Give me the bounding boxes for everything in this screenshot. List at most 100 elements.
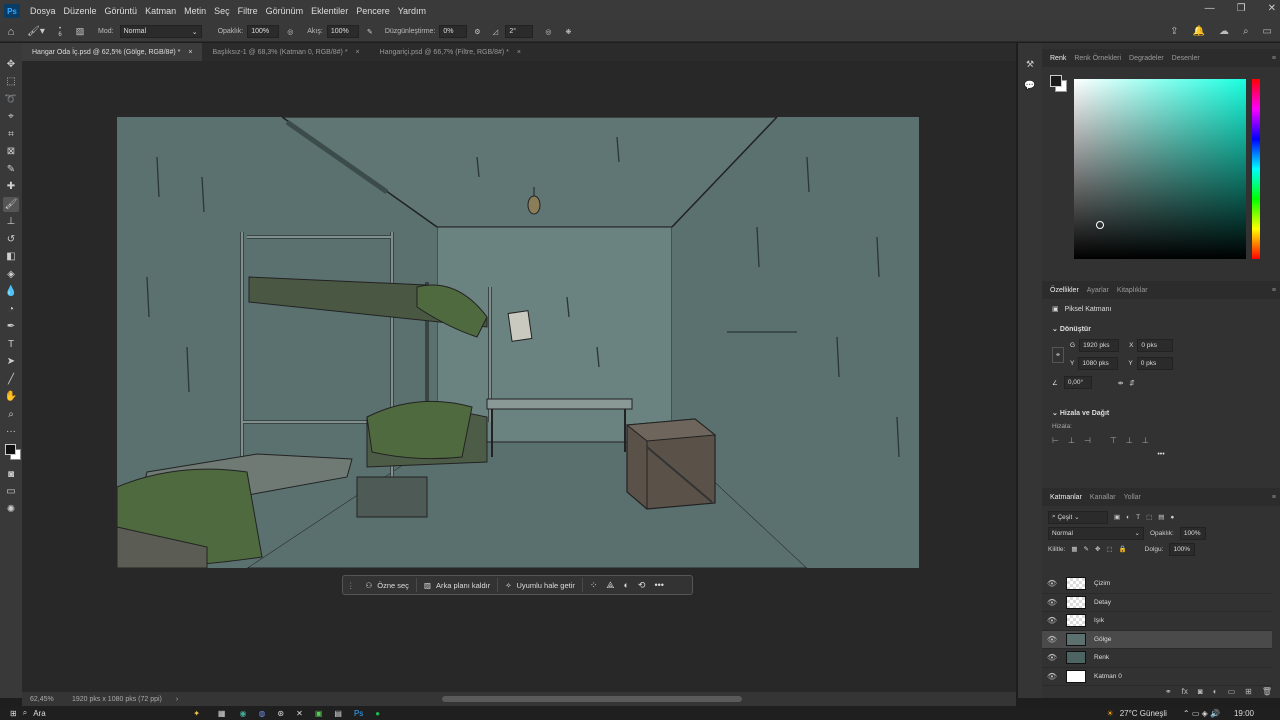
rotation-field[interactable]: 0,00° — [1063, 376, 1092, 389]
x-field[interactable]: 0 pks — [1137, 339, 1174, 352]
hand-tool-icon[interactable]: ✋ — [3, 390, 19, 405]
document-canvas[interactable] — [117, 117, 919, 568]
lock-pixels-icon[interactable]: ✎ — [1084, 545, 1089, 553]
cloud-icon[interactable]: ☁ — [1219, 26, 1229, 37]
chrome-icon[interactable]: ◉ — [239, 709, 246, 718]
adjustment-layer-icon[interactable]: ◐ — [1213, 687, 1218, 696]
app-x-icon[interactable]: ✕ — [296, 709, 303, 718]
generative-icon[interactable]: ✺ — [3, 502, 19, 517]
app-green-icon[interactable]: ▣ — [315, 709, 323, 718]
tab-swatches[interactable]: Renk Örnekleri — [1070, 55, 1125, 62]
align-section[interactable]: ⌄ Hizala ve Dağıt — [1052, 409, 1270, 417]
path-select-icon[interactable]: ➤ — [3, 355, 19, 370]
taskbar-search[interactable]: Ara — [33, 709, 143, 718]
panel-menu-icon[interactable]: ≡ — [1268, 55, 1280, 62]
delete-layer-icon[interactable]: 🗑 — [1262, 687, 1272, 696]
clone-stamp-icon[interactable]: ⊥ — [3, 215, 19, 230]
eraser-tool-icon[interactable]: ◧ — [3, 250, 19, 265]
link-layers-icon[interactable]: ⚭ — [1165, 687, 1172, 696]
layer-row-selected[interactable]: 👁 Gölge — [1042, 630, 1272, 649]
home-icon[interactable]: ⌂ — [0, 26, 22, 38]
horizontal-scrollbar[interactable] — [442, 696, 742, 702]
panel-menu-icon[interactable]: ≡ — [1268, 494, 1280, 501]
lock-all-icon[interactable]: 🔒 — [1119, 545, 1127, 553]
layer-row[interactable]: 👁 Çizim — [1042, 575, 1272, 594]
opacity-field[interactable]: 100% — [247, 25, 280, 38]
minimize-icon[interactable]: — — [1205, 3, 1215, 14]
align-center-icon[interactable]: ⊥ — [1068, 436, 1075, 445]
y-field[interactable]: 0 pks — [1136, 357, 1173, 370]
screen-mode-icon[interactable]: ▭ — [3, 485, 19, 500]
blur-tool-icon[interactable]: 💧 — [3, 285, 19, 300]
menu-image[interactable]: Görüntü — [101, 6, 142, 16]
layer-row[interactable]: 👁 Detay — [1042, 594, 1272, 612]
tab-layers[interactable]: Katmanlar — [1046, 494, 1086, 501]
generate-icon[interactable]: ⟲ — [638, 580, 646, 591]
crop-tool-icon[interactable]: ⌗ — [3, 127, 19, 142]
menu-window[interactable]: Pencere — [352, 6, 394, 16]
doc-tab-hangar-oda[interactable]: Hangar Oda İç.psd @ 62,5% (Gölge, RGB/8#… — [22, 43, 203, 61]
zoom-tool-icon[interactable]: ⌕ — [3, 407, 19, 422]
weather-text[interactable]: 27°C Güneşli — [1120, 709, 1167, 718]
smoothing-field[interactable]: 0% — [439, 25, 468, 38]
menu-view[interactable]: Görünüm — [262, 6, 308, 16]
more-options-button[interactable]: ••• — [1052, 451, 1270, 458]
eyedropper-tool-icon[interactable]: ✎ — [3, 162, 19, 177]
blend-mode-select[interactable]: Normal ⌄ — [1048, 526, 1144, 540]
mode-select[interactable]: Normal ⌄ — [119, 25, 202, 38]
add-mask-icon[interactable]: ◙ — [1198, 687, 1203, 696]
eye-icon[interactable]: 👁 — [1042, 635, 1062, 644]
history-brush-icon[interactable]: ↺ — [3, 232, 19, 247]
workspace-icon[interactable]: ▭ — [1263, 26, 1272, 37]
adjust-icon[interactable]: ⁘ — [590, 580, 598, 591]
copilot-icon[interactable]: ✦ — [193, 709, 200, 718]
drag-handle-icon[interactable]: ⋮ — [343, 581, 359, 590]
brush-settings-icon[interactable]: ▨ — [70, 26, 90, 37]
layer-row[interactable]: 👁 Katman 0 — [1042, 668, 1272, 686]
eye-icon[interactable]: 👁 — [1042, 653, 1062, 662]
color-picker-cursor[interactable] — [1096, 221, 1104, 229]
photoshop-taskbar-icon[interactable]: Ps — [354, 709, 363, 718]
close-icon[interactable]: ✕ — [1268, 3, 1276, 14]
flow-field[interactable]: 100% — [326, 25, 359, 38]
panel-menu-icon[interactable]: ≡ — [1268, 287, 1280, 294]
menu-help[interactable]: Yardım — [394, 6, 430, 16]
smoothing-settings-icon[interactable]: ⚙ — [467, 28, 487, 36]
height-field[interactable]: 1080 pks — [1078, 357, 1119, 370]
filter-type-icon[interactable]: T — [1136, 514, 1140, 521]
menu-filter[interactable]: Filtre — [234, 6, 262, 16]
select-subject-button[interactable]: ⚇ Özne seç — [359, 578, 417, 592]
quick-mask-icon[interactable]: ◙ — [3, 467, 19, 482]
filter-toggle-icon[interactable]: ● — [1170, 514, 1174, 521]
taskbar-search-icon[interactable]: ⌕ — [23, 708, 27, 718]
spotify-icon[interactable]: ● — [375, 709, 380, 718]
tray-icons[interactable]: ⌃ ▭ ◈ 🔊 — [1183, 709, 1220, 718]
angle-field[interactable]: 2° — [505, 25, 534, 38]
transform-section[interactable]: ⌄ Dönüştür — [1052, 325, 1270, 333]
task-view-icon[interactable]: ▦ — [218, 709, 226, 718]
foreground-color-swatch[interactable] — [5, 444, 16, 455]
color-field[interactable] — [1074, 79, 1246, 259]
eye-icon[interactable]: 👁 — [1042, 579, 1062, 588]
tab-color[interactable]: Renk — [1046, 55, 1070, 62]
fill-field[interactable]: 100% — [1169, 542, 1196, 556]
flip-vertical-icon[interactable]: ⇵ — [1129, 379, 1134, 387]
fx-icon[interactable]: fx — [1182, 687, 1188, 696]
eye-icon[interactable]: 👁 — [1042, 616, 1062, 625]
align-top-icon[interactable]: ⊤ — [1110, 436, 1117, 445]
lock-artboard-icon[interactable]: ⬚ — [1106, 545, 1112, 553]
zoom-level[interactable]: 62,45% — [22, 696, 66, 703]
paint-bucket-icon[interactable]: ◈ — [3, 267, 19, 282]
pressure-opacity-icon[interactable]: ◎ — [279, 28, 301, 36]
search-icon[interactable]: ⌕ — [1243, 26, 1249, 37]
menu-layer[interactable]: Katman — [141, 6, 180, 16]
layer-row[interactable]: 👁 Renk — [1042, 649, 1272, 668]
tab-properties[interactable]: Özellikler — [1046, 287, 1083, 294]
dodge-tool-icon[interactable]: ◔ — [3, 302, 19, 317]
airbrush-icon[interactable]: ✎ — [359, 28, 381, 36]
filter-smart-icon[interactable]: ▤ — [1158, 513, 1164, 521]
layer-opacity-field[interactable]: 100% — [1179, 526, 1206, 540]
tab-libraries[interactable]: Kitaplıklar — [1113, 287, 1152, 294]
menu-select[interactable]: Seç — [210, 6, 234, 16]
flip-horizontal-icon[interactable]: ⇹ — [1118, 379, 1123, 387]
